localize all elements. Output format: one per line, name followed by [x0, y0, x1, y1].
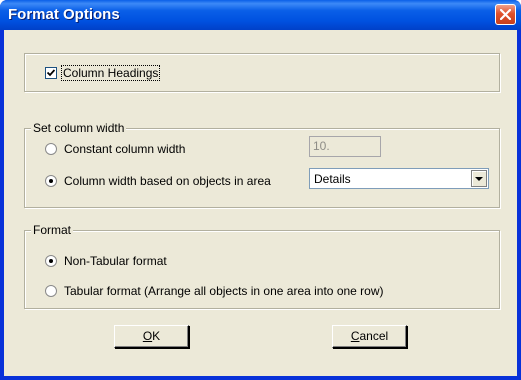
column-headings-label[interactable]: Column Headings — [60, 65, 161, 81]
column-headings-checkbox[interactable] — [45, 67, 57, 79]
window-title: Format Options — [8, 6, 120, 23]
radio-selected-dot — [49, 259, 53, 263]
format-options-dialog: Format Options Column Headings Set colum… — [0, 0, 521, 380]
ok-label-rest: K — [152, 329, 161, 343]
checkmark-icon — [47, 69, 55, 77]
area-select-dropdown-button[interactable] — [471, 170, 487, 187]
constant-width-radio[interactable] — [45, 143, 57, 155]
format-group: Format Non-Tabular format Tabular format… — [24, 223, 500, 309]
constant-width-label[interactable]: Constant column width — [64, 142, 185, 156]
set-column-width-group: Set column width Constant column width 1… — [24, 121, 500, 208]
area-select-value: Details — [314, 172, 351, 186]
ok-mnemonic: O — [142, 329, 153, 343]
cancel-label-rest: ancel — [359, 329, 389, 343]
column-headings-group: Column Headings — [24, 53, 500, 92]
constant-width-input[interactable]: 10. — [309, 136, 381, 157]
non-tabular-radio[interactable] — [45, 255, 57, 267]
non-tabular-label[interactable]: Non-Tabular format — [64, 254, 167, 268]
radio-selected-dot — [49, 179, 53, 183]
cancel-button[interactable]: Cancel — [332, 325, 407, 348]
tabular-label[interactable]: Tabular format (Arrange all objects in o… — [64, 284, 384, 298]
area-width-label[interactable]: Column width based on objects in area — [64, 174, 271, 188]
dialog-body: Column Headings Set column width Constan… — [4, 30, 517, 376]
close-icon — [500, 9, 511, 20]
tabular-radio[interactable] — [45, 285, 57, 297]
set-column-width-group-label: Set column width — [31, 121, 127, 135]
title-bar[interactable]: Format Options — [0, 0, 521, 30]
close-button[interactable] — [495, 4, 516, 25]
area-select[interactable]: Details — [309, 168, 489, 189]
ok-button[interactable]: OK — [114, 325, 189, 348]
format-group-label: Format — [31, 223, 74, 237]
chevron-down-icon — [475, 177, 483, 181]
area-width-radio[interactable] — [45, 175, 57, 187]
